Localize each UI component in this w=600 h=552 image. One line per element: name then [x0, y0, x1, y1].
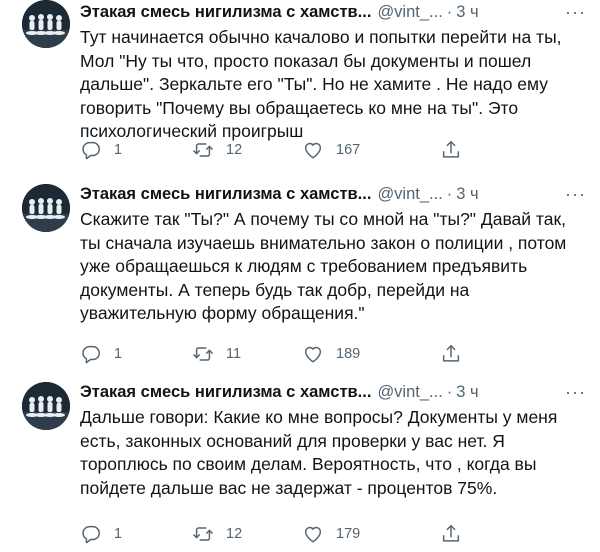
- tweet-time[interactable]: 3 ч: [456, 185, 478, 204]
- tweet-feed: Этакая смесь нигилизма с хамств... @vint…: [0, 0, 600, 552]
- retweet-count: 12: [226, 526, 243, 542]
- more-options-icon[interactable]: ···: [565, 2, 586, 23]
- retweet-count: 12: [226, 142, 243, 158]
- retweet-count: 11: [226, 346, 242, 362]
- reply-count: 1: [114, 346, 123, 362]
- like-button[interactable]: 167: [302, 139, 440, 161]
- more-options-icon[interactable]: ···: [565, 184, 586, 205]
- tweet-actions: 1 12 179: [80, 522, 462, 546]
- like-count: 179: [336, 526, 361, 542]
- avatar-image: [22, 184, 70, 232]
- reply-count: 1: [114, 526, 123, 542]
- author-handle[interactable]: @vint_...: [377, 185, 442, 204]
- reply-icon: [82, 345, 100, 364]
- tweet-time[interactable]: 3 ч: [456, 3, 478, 22]
- separator-dot: ·: [446, 382, 453, 401]
- tweet-header: Этакая смесь нигилизма с хамств... @vint…: [80, 182, 586, 206]
- tweet-header: Этакая смесь нигилизма с хамств... @vint…: [80, 0, 586, 24]
- share-icon: [442, 141, 460, 158]
- retweet-button[interactable]: 12: [192, 523, 302, 545]
- author-handle[interactable]: @vint_...: [377, 383, 442, 402]
- retweet-icon: [193, 347, 213, 361]
- heart-icon: [304, 346, 322, 363]
- reply-icon: [82, 141, 100, 160]
- tweet-text: Тут начинается обычно качалово и попытки…: [80, 27, 562, 141]
- reply-button[interactable]: 1: [80, 139, 192, 161]
- share-button[interactable]: [440, 343, 462, 365]
- reply-button[interactable]: 1: [80, 343, 192, 365]
- author-handle[interactable]: @vint_...: [377, 3, 442, 22]
- heart-icon: [304, 142, 322, 159]
- retweet-icon: [193, 527, 213, 541]
- tweet-actions: 1 11 189: [80, 342, 462, 366]
- avatar[interactable]: [22, 382, 70, 430]
- avatar[interactable]: [22, 184, 70, 232]
- separator-dot: ·: [446, 184, 453, 203]
- separator-dot: ·: [446, 2, 453, 21]
- retweet-button[interactable]: 11: [192, 343, 302, 365]
- like-count: 189: [336, 346, 361, 362]
- avatar-image: [22, 0, 70, 48]
- tweet-content: Этакая смесь нигилизма с хамств... @vint…: [80, 0, 586, 160]
- avatar-image: [22, 382, 70, 430]
- reply-count: 1: [114, 142, 123, 158]
- tweet-header: Этакая смесь нигилизма с хамств... @vint…: [80, 380, 586, 404]
- like-button[interactable]: 179: [302, 523, 440, 545]
- author-name[interactable]: Этакая смесь нигилизма с хамств...: [80, 185, 371, 204]
- tweet-text: Дальше говори: Какие ко мне вопросы? Док…: [80, 407, 558, 498]
- retweet-button[interactable]: 12: [192, 139, 302, 161]
- reply-button[interactable]: 1: [80, 523, 192, 545]
- tweet-content: Этакая смесь нигилизма с хамств... @vint…: [80, 178, 586, 364]
- like-button[interactable]: 189: [302, 343, 440, 365]
- tweet-time[interactable]: 3 ч: [456, 383, 478, 402]
- more-options-icon[interactable]: ···: [565, 382, 586, 403]
- share-icon: [442, 525, 460, 542]
- heart-icon: [304, 526, 322, 543]
- share-icon: [442, 345, 460, 362]
- tweet-text: Скажите так "Ты?" А почему ты со мной на…: [80, 209, 567, 323]
- reply-icon: [82, 525, 100, 544]
- author-name[interactable]: Этакая смесь нигилизма с хамств...: [80, 383, 371, 402]
- share-button[interactable]: [440, 523, 462, 545]
- share-button[interactable]: [440, 139, 462, 161]
- avatar[interactable]: [22, 0, 70, 48]
- like-count: 167: [336, 142, 361, 158]
- retweet-icon: [193, 143, 213, 157]
- author-name[interactable]: Этакая смесь нигилизма с хамств...: [80, 3, 371, 22]
- tweet-actions: 1 12 167: [80, 138, 462, 162]
- tweet-content: Этакая смесь нигилизма с хамств... @vint…: [80, 376, 586, 544]
